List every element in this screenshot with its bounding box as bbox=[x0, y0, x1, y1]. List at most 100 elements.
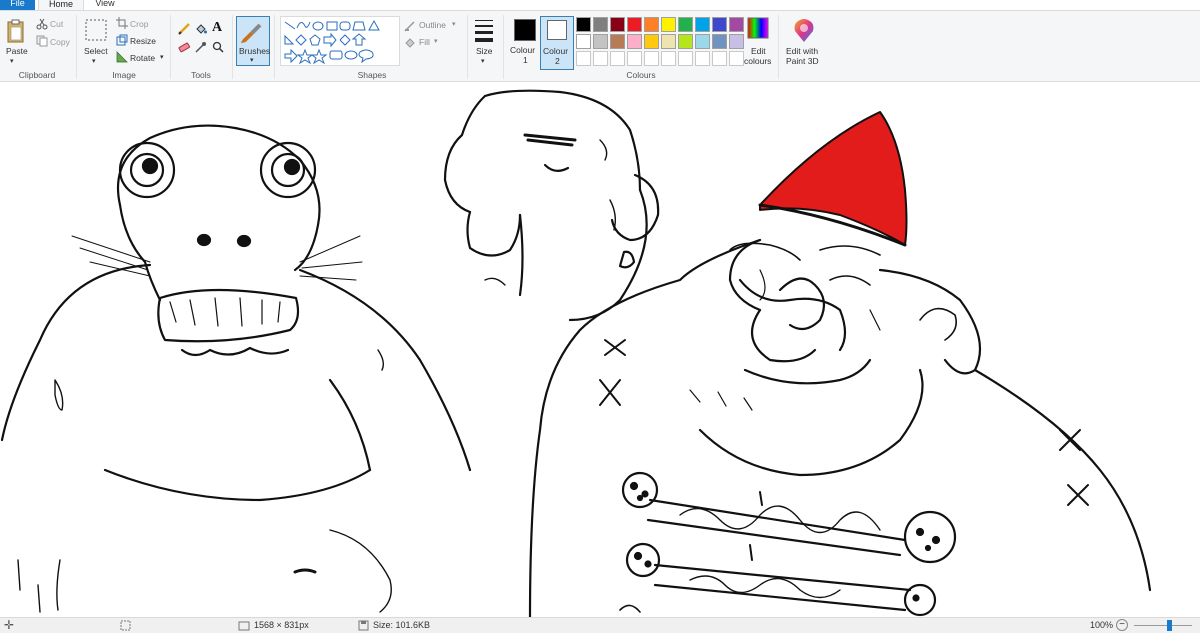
size-label: Size bbox=[476, 46, 493, 56]
chevron-down-icon[interactable]: ▾ bbox=[10, 57, 14, 65]
palette-swatch[interactable] bbox=[729, 34, 744, 49]
custom-colour-slot[interactable] bbox=[593, 51, 608, 66]
magnifier-icon bbox=[212, 41, 224, 53]
edit-colours-button[interactable] bbox=[747, 17, 769, 41]
crop-label: Crop bbox=[130, 19, 149, 29]
file-size: Size: 101.6KB bbox=[373, 620, 431, 630]
group-divider bbox=[467, 15, 468, 79]
palette-swatch[interactable] bbox=[576, 34, 591, 49]
group-divider bbox=[778, 15, 779, 79]
custom-colour-slot[interactable] bbox=[661, 51, 676, 66]
chevron-down-icon[interactable]: ▾ bbox=[452, 20, 456, 28]
palette-swatch[interactable] bbox=[576, 17, 591, 32]
brushes-button[interactable]: Brushes ▾ bbox=[236, 16, 270, 66]
pencil-button[interactable] bbox=[178, 23, 190, 37]
palette-swatch[interactable] bbox=[644, 34, 659, 49]
copy-icon bbox=[36, 35, 48, 47]
tab-view[interactable]: View bbox=[90, 0, 120, 10]
colour1-button[interactable]: Colour 1 bbox=[510, 17, 540, 67]
clipboard-icon bbox=[7, 19, 24, 43]
sketch-drawing bbox=[0, 89, 1152, 617]
image-size-icon bbox=[238, 620, 250, 633]
copy-button[interactable] bbox=[36, 35, 48, 49]
chevron-down-icon[interactable]: ▾ bbox=[481, 57, 485, 65]
cut-label: Cut bbox=[50, 19, 64, 29]
palette-swatch[interactable] bbox=[627, 17, 642, 32]
text-tool-button[interactable]: A bbox=[212, 20, 222, 36]
custom-colour-slot[interactable] bbox=[576, 51, 591, 66]
palette-swatch[interactable] bbox=[661, 17, 676, 32]
custom-colour-slot[interactable] bbox=[712, 51, 727, 66]
palette-swatch[interactable] bbox=[729, 17, 744, 32]
palette-swatch[interactable] bbox=[712, 17, 727, 32]
custom-colour-slot[interactable] bbox=[644, 51, 659, 66]
tab-home[interactable]: Home bbox=[38, 0, 84, 10]
cut-button[interactable] bbox=[36, 18, 48, 32]
palette-swatch[interactable] bbox=[678, 17, 693, 32]
palette-swatch[interactable] bbox=[695, 17, 710, 32]
palette-swatch[interactable] bbox=[610, 34, 625, 49]
select-icon bbox=[85, 19, 107, 41]
clipboard-group-label: Clipboard bbox=[18, 70, 56, 80]
resize-button[interactable] bbox=[116, 34, 128, 48]
colour2-label: Colour bbox=[543, 46, 569, 56]
palette-swatch[interactable] bbox=[644, 17, 659, 32]
rotate-button[interactable] bbox=[116, 51, 128, 65]
color-picker-button[interactable] bbox=[195, 41, 207, 55]
brush-icon bbox=[241, 23, 262, 43]
custom-colour-slot[interactable] bbox=[678, 51, 693, 66]
colour1-number: 1 bbox=[523, 55, 528, 65]
chevron-down-icon[interactable]: ▾ bbox=[92, 57, 96, 65]
edit-colours-label: Edit bbox=[751, 46, 766, 56]
zoom-slider-track[interactable] bbox=[1134, 625, 1192, 626]
size-button[interactable] bbox=[473, 17, 495, 47]
disk-icon bbox=[358, 620, 369, 633]
copy-label: Copy bbox=[50, 37, 70, 47]
edit-paint3d-button[interactable] bbox=[792, 17, 816, 45]
palette-swatch[interactable] bbox=[593, 17, 608, 32]
scissors-icon bbox=[36, 18, 48, 30]
zoom-level: 100% bbox=[1090, 620, 1114, 630]
magnifier-button[interactable] bbox=[212, 41, 224, 55]
fill-icon bbox=[405, 38, 415, 48]
eraser-icon bbox=[178, 42, 190, 53]
chevron-down-icon[interactable]: ▾ bbox=[160, 53, 164, 61]
select-button[interactable] bbox=[83, 17, 109, 45]
colour-wheel-icon bbox=[747, 17, 769, 39]
tools-group-label: Tools bbox=[191, 70, 211, 80]
eraser-button[interactable] bbox=[178, 41, 190, 55]
tab-file[interactable]: File bbox=[0, 0, 35, 10]
image-dimensions: 1568 × 831px bbox=[254, 620, 309, 630]
fill-shape-button[interactable] bbox=[404, 37, 416, 51]
group-divider bbox=[76, 15, 77, 79]
crop-icon bbox=[116, 17, 128, 29]
custom-colour-slot[interactable] bbox=[610, 51, 625, 66]
custom-colour-slot[interactable] bbox=[627, 51, 642, 66]
palette-swatch[interactable] bbox=[712, 34, 727, 49]
fill-button[interactable] bbox=[195, 23, 207, 37]
shapes-gallery[interactable] bbox=[280, 16, 400, 66]
palette-swatch[interactable] bbox=[661, 34, 676, 49]
palette-swatch[interactable] bbox=[678, 34, 693, 49]
selection-size-icon bbox=[120, 620, 131, 633]
colour2-button[interactable]: Colour 2 bbox=[540, 16, 574, 70]
palette-swatch[interactable] bbox=[627, 34, 642, 49]
palette-swatch[interactable] bbox=[610, 17, 625, 32]
zoom-slider-thumb[interactable] bbox=[1166, 620, 1172, 631]
paint3d-label-2: Paint 3D bbox=[786, 56, 819, 66]
chevron-down-icon[interactable]: ▾ bbox=[434, 37, 438, 45]
palette-swatch[interactable] bbox=[695, 34, 710, 49]
custom-colour-slot[interactable] bbox=[695, 51, 710, 66]
status-bar: ✛ 1568 × 831px Size: 101.6KB 100% − bbox=[0, 617, 1200, 633]
pencil-icon bbox=[178, 23, 190, 35]
fill-label: Fill bbox=[419, 37, 430, 47]
paste-button[interactable] bbox=[6, 19, 26, 45]
palette-swatch[interactable] bbox=[593, 34, 608, 49]
crop-button[interactable] bbox=[116, 17, 128, 31]
drawing-canvas[interactable] bbox=[0, 83, 1200, 617]
outline-button[interactable] bbox=[404, 20, 416, 34]
colours-group-label: Colours bbox=[626, 70, 656, 80]
zoom-out-button[interactable]: − bbox=[1116, 619, 1128, 631]
custom-colour-slot[interactable] bbox=[729, 51, 744, 66]
select-label: Select bbox=[84, 46, 108, 56]
